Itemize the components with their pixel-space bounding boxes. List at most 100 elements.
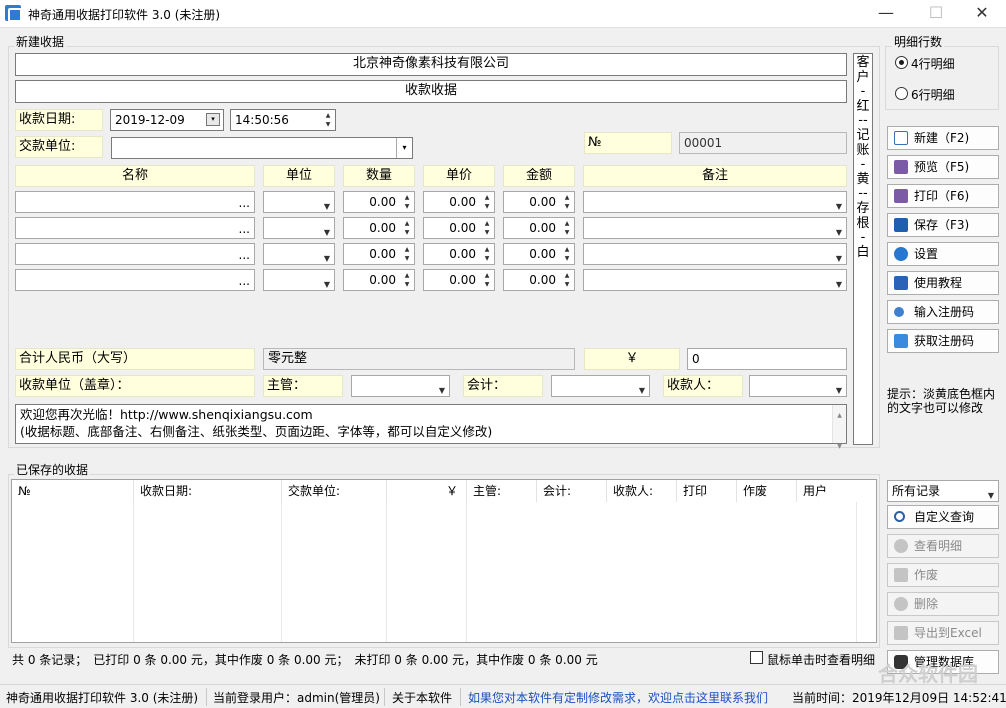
item-note-select[interactable]: ▼	[583, 269, 847, 291]
ellipsis-icon[interactable]: ...	[239, 193, 250, 212]
item-name-input[interactable]: ...	[15, 217, 255, 239]
item-qty-input[interactable]: 0.00 ▲ ▼	[343, 269, 415, 291]
col-header-qty[interactable]: 数量	[343, 165, 415, 187]
spinner-icon[interactable]: ▲ ▼	[561, 193, 573, 211]
ellipsis-icon[interactable]: ...	[239, 245, 250, 264]
records-filter-select[interactable]: 所有记录 ▼	[887, 480, 999, 502]
spinner-icon[interactable]: ▲ ▼	[401, 193, 413, 211]
spinner-icon[interactable]: ▲ ▼	[561, 271, 573, 289]
col-header-name[interactable]: 名称	[15, 165, 255, 187]
scroll-up-icon[interactable]: ▲	[833, 407, 846, 424]
item-unit-select[interactable]: ▼	[263, 243, 335, 265]
item-unit-select[interactable]: ▼	[263, 191, 335, 213]
view-details-button[interactable]: 查看明细	[887, 534, 999, 558]
get-code-button[interactable]: 获取注册码	[887, 329, 999, 353]
export-excel-button[interactable]: 导出到Excel	[887, 621, 999, 645]
item-unit-select[interactable]: ▼	[263, 217, 335, 239]
spinner-icon[interactable]: ▲ ▼	[481, 271, 493, 289]
radio-4-rows-label[interactable]: 4行明细	[911, 55, 955, 72]
void-button[interactable]: 作废	[887, 563, 999, 587]
spinner-icon[interactable]: ▲ ▼	[481, 193, 493, 211]
maximize-button[interactable]: ☐	[916, 0, 956, 28]
spinner-icon[interactable]: ▲ ▼	[561, 219, 573, 237]
spinner-icon[interactable]: ▲ ▼	[481, 245, 493, 263]
item-price-input[interactable]: 0.00 ▲ ▼	[423, 243, 495, 265]
supervisor-label[interactable]: 主管：	[263, 375, 343, 397]
col-header-note[interactable]: 备注	[583, 165, 847, 187]
saved-col-date[interactable]: 收款日期:	[134, 480, 282, 502]
item-name-input[interactable]: ...	[15, 269, 255, 291]
calendar-icon[interactable]: ▾	[206, 113, 220, 126]
spinner-icon[interactable]: ▲ ▼	[401, 245, 413, 263]
saved-col-user[interactable]: 用户	[797, 480, 857, 502]
time-input[interactable]: 14:50:56 ▲ ▼	[230, 109, 336, 131]
close-button[interactable]: ✕	[962, 0, 1002, 28]
receiver-select[interactable]: ▼	[749, 375, 847, 397]
item-price-input[interactable]: 0.00 ▲ ▼	[423, 269, 495, 291]
ellipsis-icon[interactable]: ...	[239, 271, 250, 290]
item-name-input[interactable]: ...	[15, 243, 255, 265]
click-view-checkbox[interactable]	[750, 651, 763, 664]
payer-select[interactable]: ▾	[111, 137, 413, 159]
custom-query-button[interactable]: 自定义查询	[887, 505, 999, 529]
radio-6-rows-label[interactable]: 6行明细	[911, 86, 955, 103]
settings-button[interactable]: 设置	[887, 242, 999, 266]
company-name-input[interactable]: 北京神奇像素科技有限公司	[15, 53, 847, 76]
supervisor-select[interactable]: ▼	[351, 375, 450, 397]
side-copies-note[interactable]: 客 户 - 红 -- 记 账 - 黄 -- 存 根 - 白	[853, 53, 873, 445]
new-button[interactable]: 新建（F2)	[887, 126, 999, 150]
date-label[interactable]: 收款日期:	[15, 109, 103, 131]
item-name-input[interactable]: ...	[15, 191, 255, 213]
accountant-label[interactable]: 会计：	[463, 375, 543, 397]
yen-label[interactable]: ￥	[584, 348, 680, 370]
total-amount-input[interactable]: 0	[687, 348, 847, 370]
radio-4-rows[interactable]	[895, 56, 908, 69]
tutorial-button[interactable]: 使用教程	[887, 271, 999, 295]
item-amount-input[interactable]: 0.00 ▲ ▼	[503, 243, 575, 265]
ellipsis-icon[interactable]: ...	[239, 219, 250, 238]
item-qty-input[interactable]: 0.00 ▲ ▼	[343, 243, 415, 265]
receipt-no-label[interactable]: №	[584, 132, 672, 154]
radio-6-rows[interactable]	[895, 87, 908, 100]
item-amount-input[interactable]: 0.00 ▲ ▼	[503, 269, 575, 291]
saved-receipts-table[interactable]: № 收款日期: 交款单位: ￥ 主管: 会计: 收款人: 打印 作废 用户	[11, 479, 877, 643]
col-header-unit[interactable]: 单位	[263, 165, 335, 187]
preview-button[interactable]: 预览（F5)	[887, 155, 999, 179]
item-unit-select[interactable]: ▼	[263, 269, 335, 291]
print-button[interactable]: 打印（F6)	[887, 184, 999, 208]
saved-col-supervisor[interactable]: 主管:	[467, 480, 537, 502]
enter-code-button[interactable]: 输入注册码	[887, 300, 999, 324]
bottom-memo-textarea[interactable]: 欢迎您再次光临！http://www.shenqixiangsu.com (收据…	[15, 404, 847, 450]
save-button[interactable]: 保存（F3)	[887, 213, 999, 237]
spinner-icon[interactable]: ▲ ▼	[561, 245, 573, 263]
payee-unit-label[interactable]: 收款单位（盖章）：	[15, 375, 255, 397]
spinner-icon[interactable]: ▲ ▼	[401, 219, 413, 237]
scroll-down-icon[interactable]: ▼	[833, 438, 846, 455]
item-amount-input[interactable]: 0.00 ▲ ▼	[503, 191, 575, 213]
saved-col-amount[interactable]: ￥	[387, 480, 467, 502]
saved-col-receiver[interactable]: 收款人:	[607, 480, 677, 502]
chevron-down-icon[interactable]: ▾	[396, 138, 412, 158]
col-header-amount[interactable]: 金额	[503, 165, 575, 187]
item-note-select[interactable]: ▼	[583, 243, 847, 265]
time-spinner-icon[interactable]: ▲ ▼	[322, 111, 334, 129]
saved-col-no[interactable]: №	[12, 480, 134, 502]
spinner-icon[interactable]: ▲ ▼	[401, 271, 413, 289]
item-qty-input[interactable]: 0.00 ▲ ▼	[343, 191, 415, 213]
col-header-price[interactable]: 单价	[423, 165, 495, 187]
delete-button[interactable]: 删除	[887, 592, 999, 616]
saved-col-printed[interactable]: 打印	[677, 480, 737, 502]
saved-col-void[interactable]: 作废	[737, 480, 797, 502]
payer-label[interactable]: 交款单位:	[15, 136, 103, 158]
item-note-select[interactable]: ▼	[583, 191, 847, 213]
item-price-input[interactable]: 0.00 ▲ ▼	[423, 217, 495, 239]
item-note-select[interactable]: ▼	[583, 217, 847, 239]
item-qty-input[interactable]: 0.00 ▲ ▼	[343, 217, 415, 239]
custom-request-link[interactable]: 如果您对本软件有定制修改需求，欢迎点击这里联系我们	[468, 689, 768, 706]
about-link[interactable]: 关于本软件	[392, 689, 452, 706]
saved-col-accountant[interactable]: 会计:	[537, 480, 607, 502]
item-price-input[interactable]: 0.00 ▲ ▼	[423, 191, 495, 213]
spinner-icon[interactable]: ▲ ▼	[481, 219, 493, 237]
saved-col-payer[interactable]: 交款单位:	[282, 480, 387, 502]
minimize-button[interactable]: —	[866, 0, 906, 28]
